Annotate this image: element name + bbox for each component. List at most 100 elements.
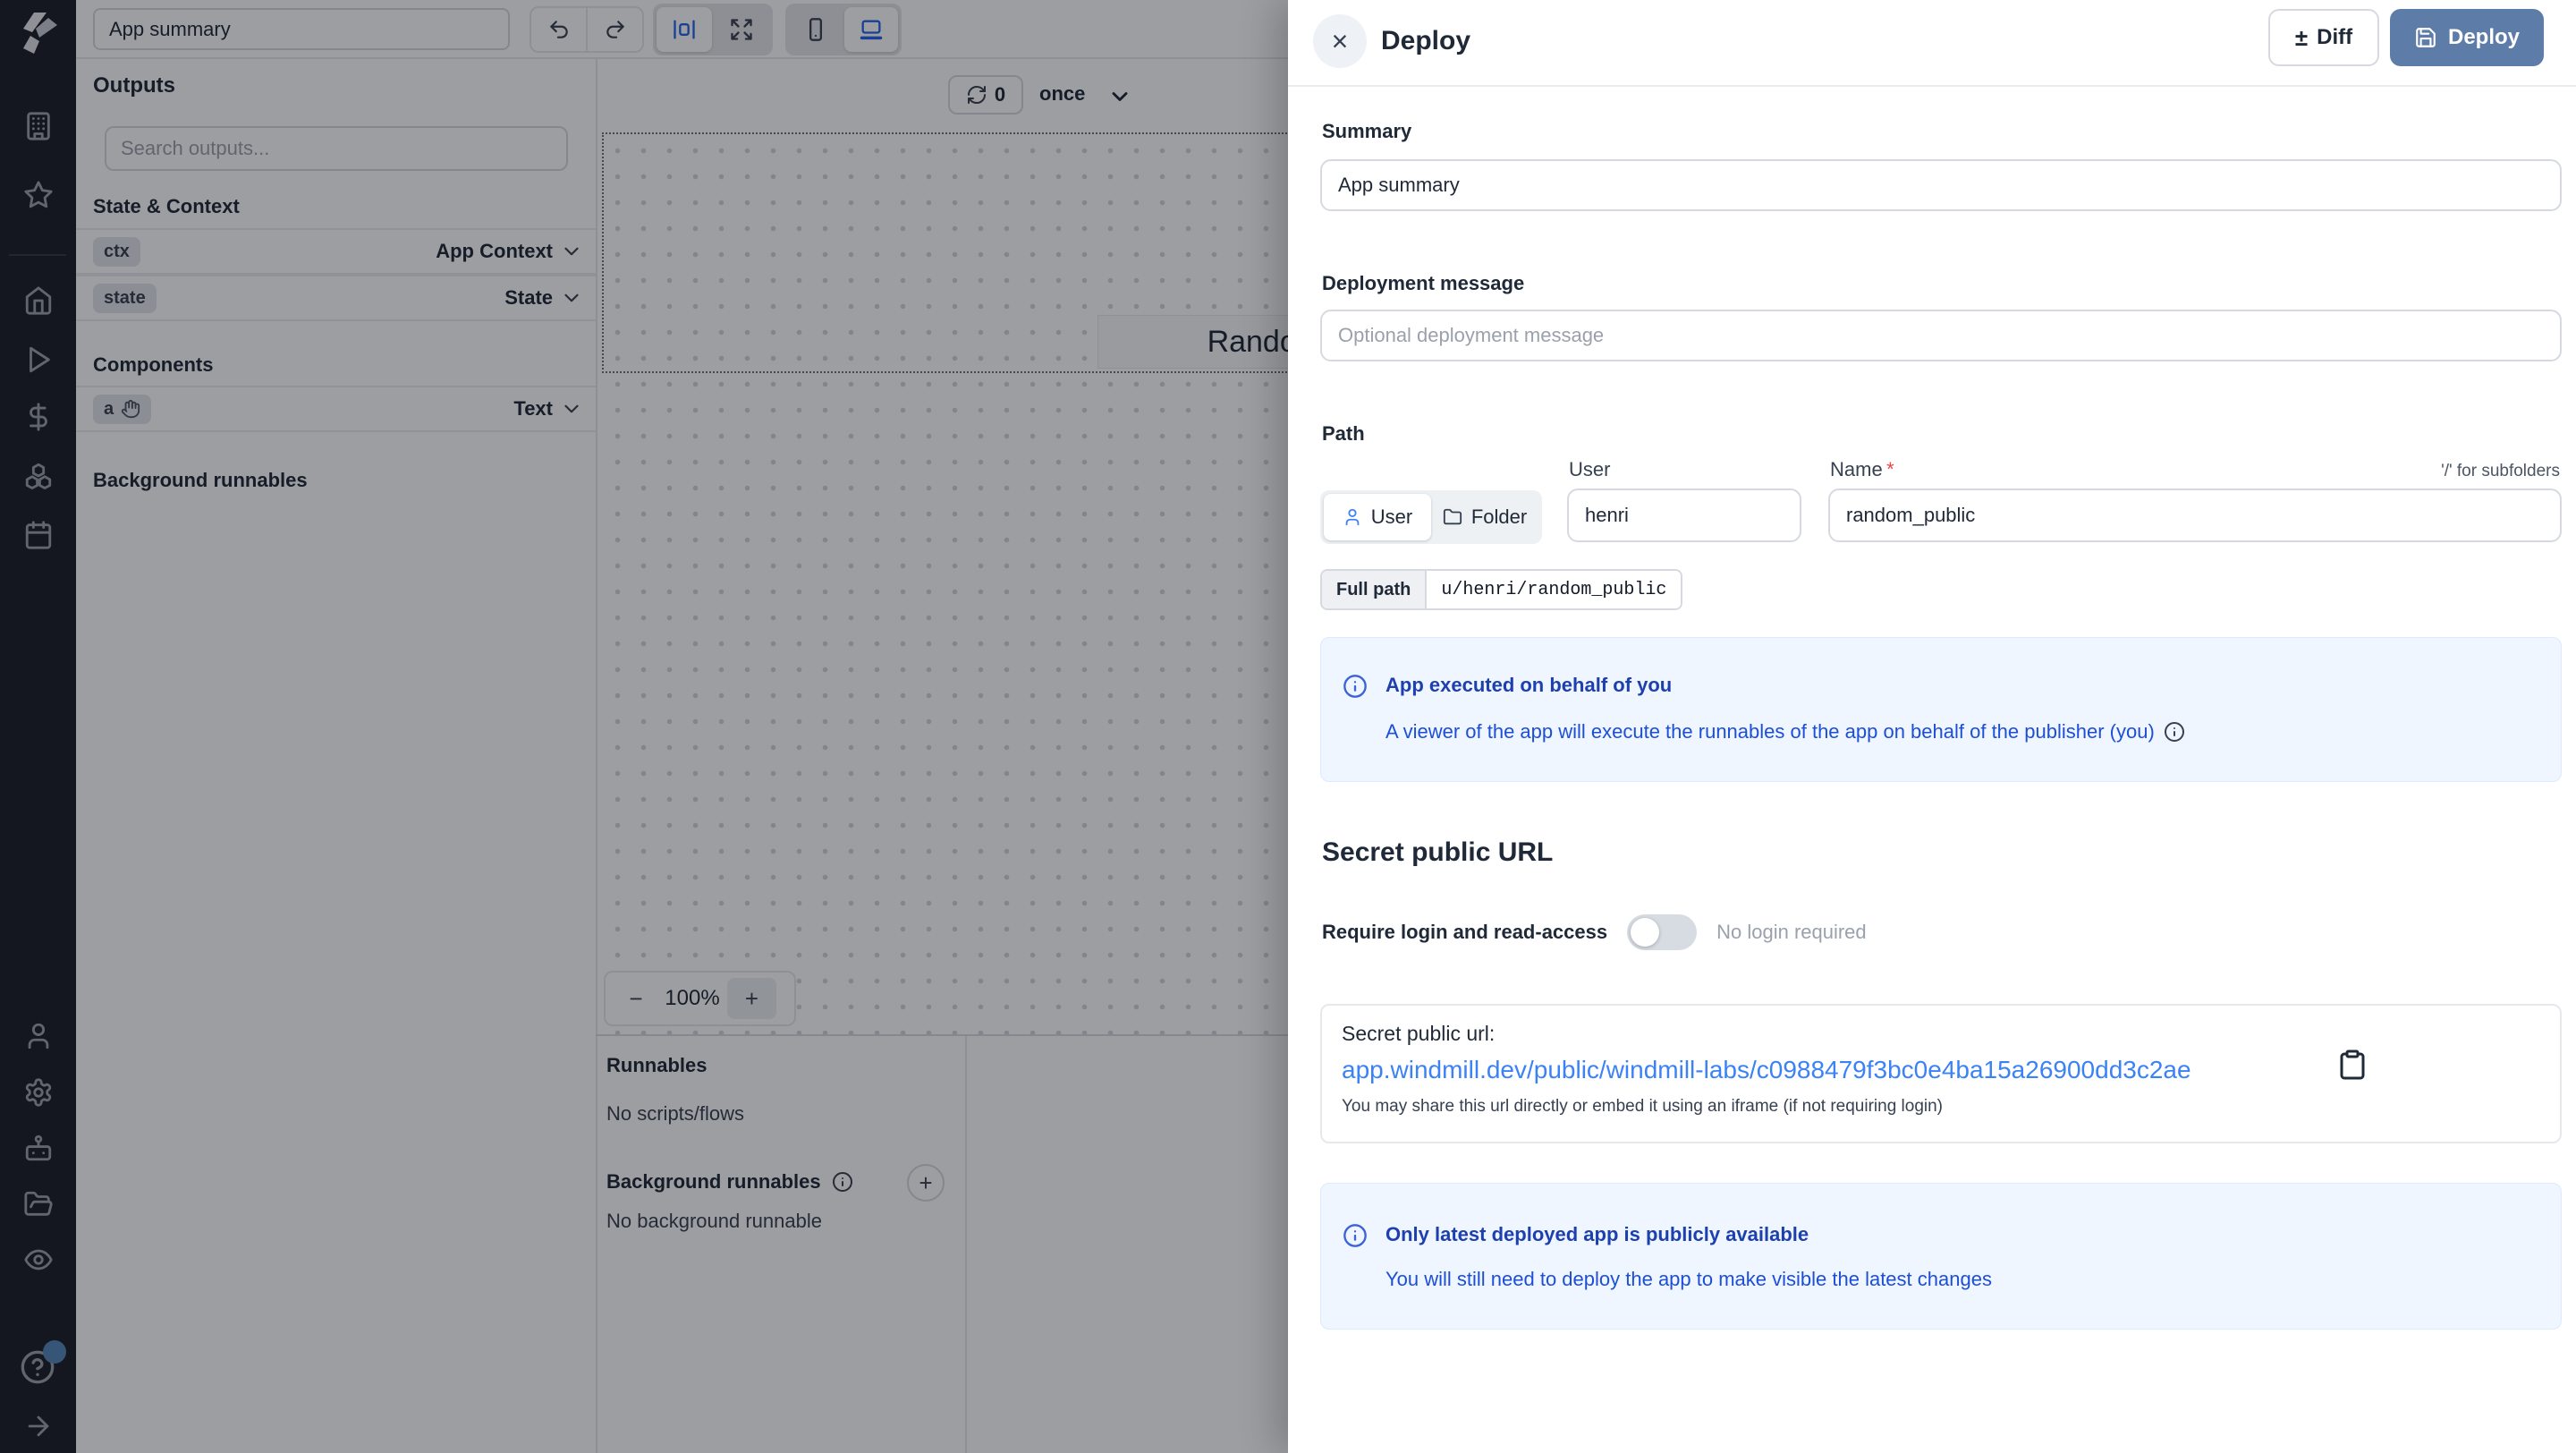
background-runnables-title: Background runnables [93,469,308,492]
run-mode-chevron-icon[interactable] [1107,84,1132,109]
full-path-label: Full path [1322,571,1427,608]
refresh-count: 0 [995,83,1005,106]
search-outputs-input[interactable] [105,126,568,171]
full-path-value: u/henri/random_public [1427,571,1681,608]
resources-boxes-icon[interactable] [23,461,54,491]
zoom-out-button[interactable]: − [614,985,657,1013]
redo-button[interactable] [588,8,642,51]
login-state-label: No login required [1716,921,1867,944]
output-row-component-a[interactable]: a Text [76,386,596,432]
summary-label: Summary [1322,120,1411,143]
require-login-row: Require login and read-access No login r… [1322,914,1867,950]
sidebar-rail [0,0,76,1453]
zoom-controls: − 100% + [604,971,796,1026]
star-icon[interactable] [23,180,54,210]
ctx-type-label: App Context [436,240,553,263]
zoom-level: 100% [661,986,724,1011]
undo-redo-group [530,6,644,53]
close-button[interactable]: × [1313,14,1367,68]
settings-gear-icon[interactable] [23,1077,54,1108]
path-name-input[interactable] [1828,489,2562,542]
schedules-calendar-icon[interactable] [23,520,54,550]
secret-url-link[interactable]: app.windmill.dev/public/windmill-labs/c0… [1342,1056,2191,1084]
mobile-view-button[interactable] [789,7,843,52]
runnables-title: Runnables [606,1054,707,1077]
save-icon [2414,26,2437,49]
collapse-arrow-right-icon[interactable] [23,1411,54,1441]
behalf-info-body: A viewer of the app will execute the run… [1385,720,2155,743]
run-mode-label[interactable]: once [1039,82,1085,106]
background-runnables-header: Background runnables [606,1170,853,1194]
subfolder-hint: '/' for subfolders [2441,462,2560,481]
centered-layout-icon [672,17,697,42]
secret-url-box: Secret public url: app.windmill.dev/publ… [1320,1004,2562,1143]
fullwidth-layout-button[interactable] [714,7,769,52]
info-tooltip-icon[interactable] [2164,721,2185,743]
clipboard-copy-icon[interactable] [2336,1049,2368,1081]
output-row-ctx[interactable]: ctx App Context [76,228,596,275]
home-icon[interactable] [23,285,54,316]
windmill-logo-icon[interactable] [13,9,63,55]
summary-input[interactable] [1320,159,2562,211]
info-icon [1343,674,1368,699]
diff-button[interactable]: ± Diff [2268,9,2379,66]
plus-minus-icon: ± [2295,24,2308,52]
outputs-title: Outputs [93,73,175,98]
behalf-info-box: App executed on behalf of you A viewer o… [1320,637,2562,782]
path-user-column-label: User [1569,458,1610,481]
user-icon [1343,507,1362,527]
redo-icon [604,18,627,41]
chevron-down-icon[interactable] [560,286,583,310]
path-user-input[interactable] [1567,489,1801,542]
layout-toggle-group [653,4,773,55]
diff-button-label: Diff [2317,25,2352,50]
owner-folder-option[interactable]: Folder [1431,494,1538,540]
add-background-runnable-button[interactable]: + [907,1164,945,1202]
behalf-info-title: App executed on behalf of you [1385,674,1672,697]
runnables-empty-text: No scripts/flows [606,1102,744,1126]
undo-button[interactable] [531,8,586,51]
help-button[interactable] [20,1349,59,1389]
path-name-column-label: Name * [1830,458,1894,481]
refresh-icon [966,84,987,106]
runnables-divider [596,1034,1288,1036]
latest-info-body: You will still need to deploy the app to… [1385,1268,1992,1291]
latest-info-title: Only latest deployed app is publicly ava… [1385,1223,1809,1246]
deploy-button-label: Deploy [2448,25,2520,50]
refresh-count-button[interactable]: 0 [948,75,1023,115]
folder-open-icon[interactable] [23,1189,54,1219]
require-login-toggle[interactable] [1627,914,1697,950]
zoom-in-button[interactable]: + [727,978,776,1019]
state-chip: state [93,284,157,313]
component-a-type-label: Text [513,397,553,421]
behalf-info-body-row: A viewer of the app will execute the run… [1385,720,2185,743]
full-path-pill: Full path u/henri/random_public [1320,569,1682,610]
chevron-down-icon[interactable] [560,397,583,421]
desktop-view-button[interactable] [844,7,898,52]
deployment-message-label: Deployment message [1322,272,1524,295]
folder-icon [1443,507,1462,527]
deployment-message-input[interactable] [1320,310,2562,361]
variables-dollar-icon[interactable] [23,402,54,432]
hand-pointer-icon [121,399,140,419]
owner-user-option[interactable]: User [1324,494,1431,540]
component-a-chip: a [93,395,151,424]
building-icon[interactable] [23,111,54,141]
chevron-down-icon[interactable] [560,240,583,263]
runs-play-icon[interactable] [23,344,54,375]
app-summary-input[interactable] [93,8,510,50]
undo-icon [547,18,571,41]
output-row-state[interactable]: state State [76,275,596,321]
secret-url-label: Secret public url: [1342,1022,1495,1046]
background-runnables-empty-text: No background runnable [606,1210,822,1233]
notification-dot [43,1340,66,1364]
info-icon [832,1171,853,1193]
owner-folder-label: Folder [1471,506,1527,529]
deploy-button[interactable]: Deploy [2390,9,2544,66]
centered-layout-button[interactable] [657,7,712,52]
drawer-title: Deploy [1381,26,1470,56]
user-icon[interactable] [23,1021,54,1051]
eye-icon[interactable] [23,1245,54,1275]
latest-info-box: Only latest deployed app is publicly ava… [1320,1183,2562,1330]
bot-icon[interactable] [23,1133,54,1163]
